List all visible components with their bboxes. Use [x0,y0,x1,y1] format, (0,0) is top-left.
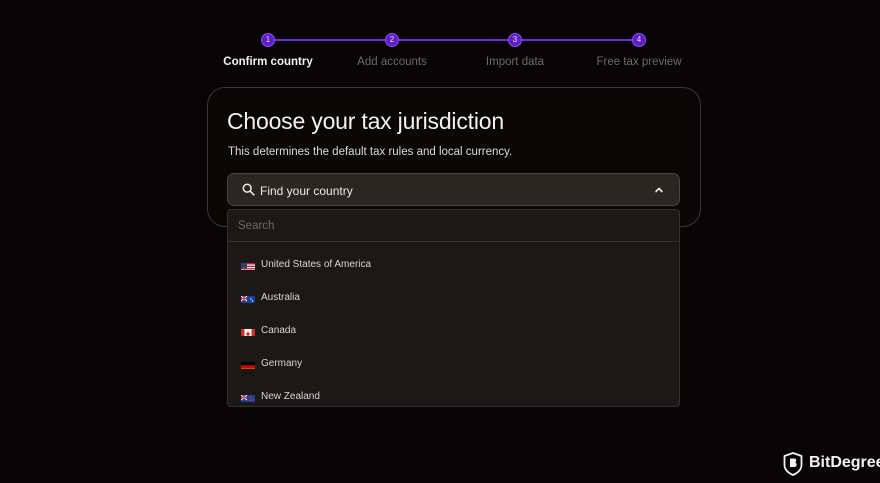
country-option-label: Canada [261,325,297,336]
country-option-de[interactable]: Germany [228,347,679,380]
country-dropdown: United States of America Australia [227,209,680,407]
us-flag-icon [241,260,255,270]
step-connector [515,39,639,41]
au-flag-icon [241,293,255,303]
dropdown-search-input[interactable] [228,210,679,242]
country-option-label: Australia [261,292,300,303]
progress-stepper: 1 2 3 4 Confirm country Add accounts Imp… [0,0,880,80]
chevron-up-icon[interactable] [654,185,664,195]
country-select-placeholder: Find your country [260,184,353,198]
country-option-nz[interactable]: New Zealand [228,380,679,406]
bitdegree-logo-icon [783,452,803,476]
country-option-label: Germany [261,358,303,369]
de-flag-icon [241,359,255,369]
step-2-dot: 2 [385,33,399,47]
step-1-dot: 1 [261,33,275,47]
brand-name: BitDegree [809,454,880,471]
step-4-dot: 4 [632,33,646,47]
card-subtitle: This determines the default tax rules an… [228,146,513,158]
step-3-dot: 3 [508,33,522,47]
card-title: Choose your tax jurisdiction [227,108,504,134]
step-connector [268,39,392,41]
step-3-label: Import data [485,56,545,68]
search-icon [242,183,255,196]
country-option-au[interactable]: Australia [228,281,679,314]
country-option-label: New Zealand [261,391,320,402]
step-connector [392,39,515,41]
ca-flag-icon [241,326,255,336]
country-option-label: United States of America [261,259,372,270]
step-1-label: Confirm country [223,56,313,68]
country-select[interactable]: Find your country [227,173,680,206]
step-2-label: Add accounts [357,56,427,68]
nz-flag-icon [241,392,255,402]
step-4-label: Free tax preview [596,56,682,68]
country-option-ca[interactable]: Canada [228,314,679,347]
country-option-us[interactable]: United States of America [228,248,679,281]
